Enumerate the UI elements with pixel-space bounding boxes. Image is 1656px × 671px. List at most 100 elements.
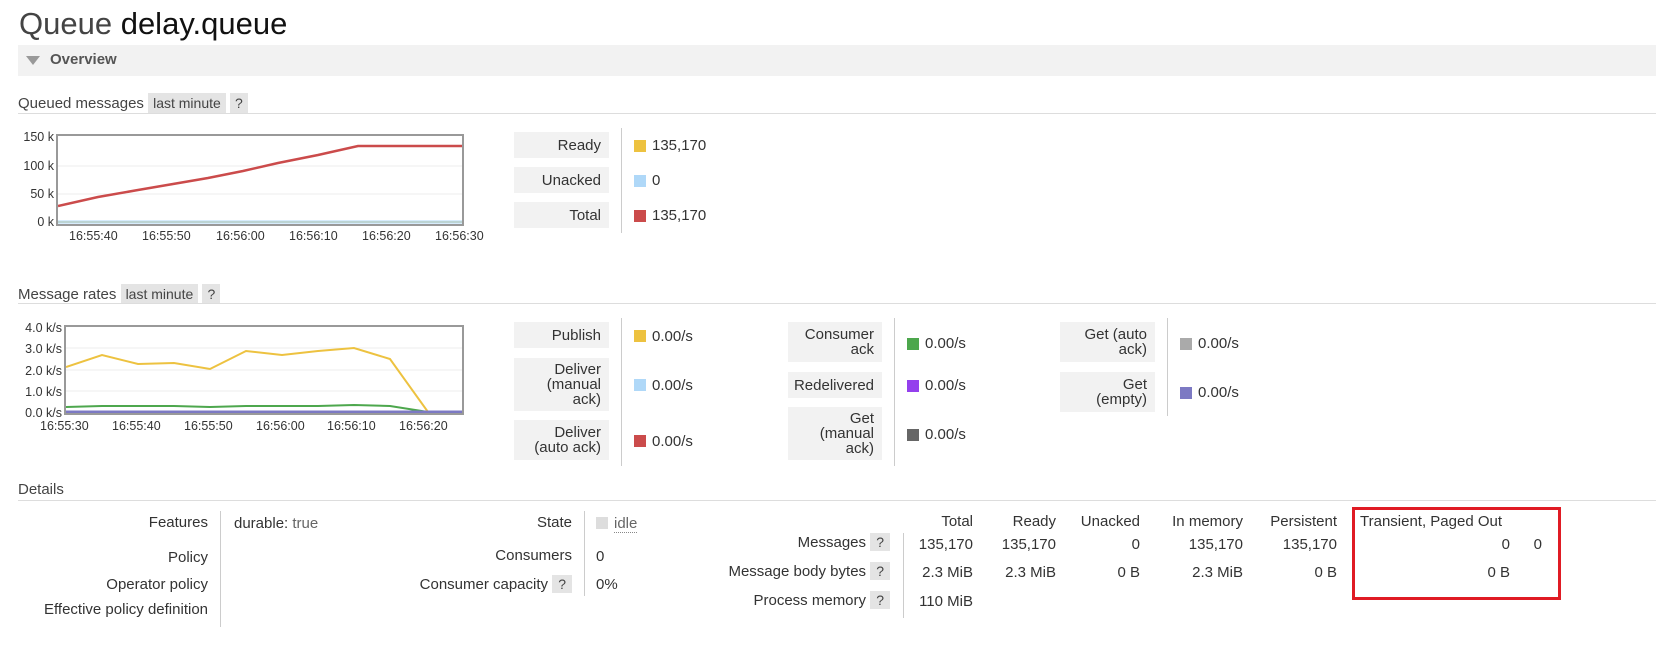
rates-chart-svg (66, 346, 462, 413)
deliver-manual-swatch-icon (634, 379, 646, 391)
legend-total-label[interactable]: Total (514, 202, 609, 228)
messages-help-button[interactable]: ? (870, 533, 890, 551)
rates-y-tick: 0.0 k/s (25, 406, 62, 420)
table-cell: 135,170 (1188, 536, 1243, 553)
state-label: State (536, 514, 572, 531)
table-cell: 2.3 MiB (922, 564, 973, 581)
queued-help-button[interactable]: ? (229, 93, 248, 113)
rates-x-tick: 16:55:50 (184, 419, 233, 433)
body-bytes-help-button[interactable]: ? (870, 562, 890, 580)
total-value: 135,170 (652, 207, 707, 224)
queued-messages-title: Queued messages (18, 95, 144, 112)
queued-messages-heading: Queued messages last minute ? (18, 93, 248, 113)
rates-y-tick: 1.0 k/s (25, 385, 62, 399)
col-total-header: Total (941, 513, 973, 530)
total-series-line (58, 144, 462, 208)
get-empty-swatch-icon (1180, 387, 1192, 399)
consumers-label: Consumers (495, 547, 572, 564)
legend-deliver-auto-ack-label[interactable]: Deliver (auto ack) (514, 420, 609, 460)
legend-ready-label[interactable]: Ready (514, 132, 609, 158)
message-rates-heading: Message rates last minute ? (18, 284, 221, 304)
details-divider-vertical (584, 511, 585, 596)
overview-label[interactable]: Overview (50, 51, 117, 68)
queued-y-tick: 0 k (37, 215, 54, 229)
get-manual-swatch-icon (907, 429, 919, 441)
state-value: idle (614, 515, 638, 533)
rates-y-tick: 3.0 k/s (25, 342, 62, 356)
legend-publish-label[interactable]: Publish (514, 322, 609, 348)
deliver-manual-rate: 0.00/s (652, 377, 693, 394)
capacity-label-text: Consumer capacity (419, 576, 549, 593)
queued-x-tick: 16:55:40 (69, 229, 118, 243)
legend-get-manual-ack-label[interactable]: Get (manual ack) (788, 407, 882, 460)
legend-get-auto-ack-label[interactable]: Get (auto ack) (1060, 322, 1155, 362)
queued-chart-svg (58, 144, 462, 224)
publish-series-line (66, 346, 462, 413)
publish-swatch-icon (634, 330, 646, 342)
capacity-help-button[interactable]: ? (552, 575, 572, 593)
rates-y-tick: 4.0 k/s (25, 321, 62, 335)
rates-divider (18, 303, 1656, 304)
redelivered-swatch-icon (907, 380, 919, 392)
table-cell: 0 B (1314, 564, 1337, 581)
total-swatch-icon (634, 210, 646, 222)
rates-help-button[interactable]: ? (202, 284, 221, 304)
rates-x-tick: 16:55:30 (40, 419, 89, 433)
queue-name: delay.queue (120, 6, 288, 41)
consumer-capacity-value: 0% (596, 576, 618, 593)
collapse-arrow-icon[interactable] (26, 56, 40, 65)
deliver-auto-rate: 0.00/s (652, 433, 693, 450)
legend-redelivered-label[interactable]: Redelivered (788, 372, 882, 398)
ready-value: 135,170 (652, 137, 707, 154)
col-in-memory-header: In memory (1172, 513, 1243, 530)
title-prefix: Queue (19, 6, 113, 41)
process-memory-row-label: Process memory ? (700, 591, 890, 609)
rates-x-tick: 16:55:40 (112, 419, 161, 433)
rates-range-button[interactable]: last minute (120, 284, 199, 304)
state-idle-indicator-icon (596, 517, 608, 529)
legend-divider (621, 318, 622, 466)
process-memory-label-text: Process memory (753, 592, 867, 609)
policy-label: Policy (167, 549, 208, 566)
message-rates-chart[interactable] (64, 325, 464, 415)
col-persistent-header: Persistent (1270, 513, 1337, 530)
table-cell: 135,170 (1001, 536, 1056, 553)
queued-x-tick: 16:56:20 (362, 229, 411, 243)
details-divider (18, 500, 1656, 501)
table-divider-vertical (903, 533, 904, 618)
queued-y-tick: 150 k (23, 130, 54, 144)
get-empty-rate: 0.00/s (1198, 384, 1239, 401)
ready-swatch-icon (634, 140, 646, 152)
consumers-value: 0 (596, 548, 605, 565)
get-manual-rate: 0.00/s (925, 426, 966, 443)
unacked-value: 0 (652, 172, 661, 189)
operator-policy-label: Operator policy (106, 576, 208, 593)
table-cell: 0 B (1117, 564, 1140, 581)
process-memory-help-button[interactable]: ? (870, 591, 890, 609)
effective-policy-label: Effective policy definition (44, 601, 208, 618)
messages-label-text: Messages (797, 534, 867, 551)
legend-deliver-manual-ack-label[interactable]: Deliver (manual ack) (514, 358, 609, 411)
table-cell: 2.3 MiB (1005, 564, 1056, 581)
body-bytes-row-label: Message body bytes ? (700, 562, 890, 580)
page-title: Queue delay.queue (19, 6, 287, 42)
table-cell: 2.3 MiB (1192, 564, 1243, 581)
body-bytes-label-text: Message body bytes (728, 563, 867, 580)
consumer-ack-swatch-icon (907, 338, 919, 350)
legend-divider (1167, 318, 1168, 416)
queued-range-button[interactable]: last minute (148, 93, 226, 113)
features-value: durable: true (234, 515, 318, 532)
queued-divider (18, 113, 1656, 114)
queued-x-tick: 16:56:10 (289, 229, 338, 243)
legend-consumer-ack-label[interactable]: Consumer ack (788, 322, 882, 362)
legend-get-empty-label[interactable]: Get (empty) (1060, 372, 1155, 412)
overview-section-header[interactable] (18, 45, 1656, 76)
rates-x-tick: 16:56:20 (399, 419, 448, 433)
table-cell: 135,170 (918, 536, 973, 553)
get-auto-rate: 0.00/s (1198, 335, 1239, 352)
legend-unacked-label[interactable]: Unacked (514, 167, 609, 193)
deliver-auto-swatch-icon (634, 435, 646, 447)
col-ready-header: Ready (1012, 513, 1056, 530)
features-label: Features (148, 514, 208, 531)
queued-messages-chart[interactable] (56, 134, 464, 226)
